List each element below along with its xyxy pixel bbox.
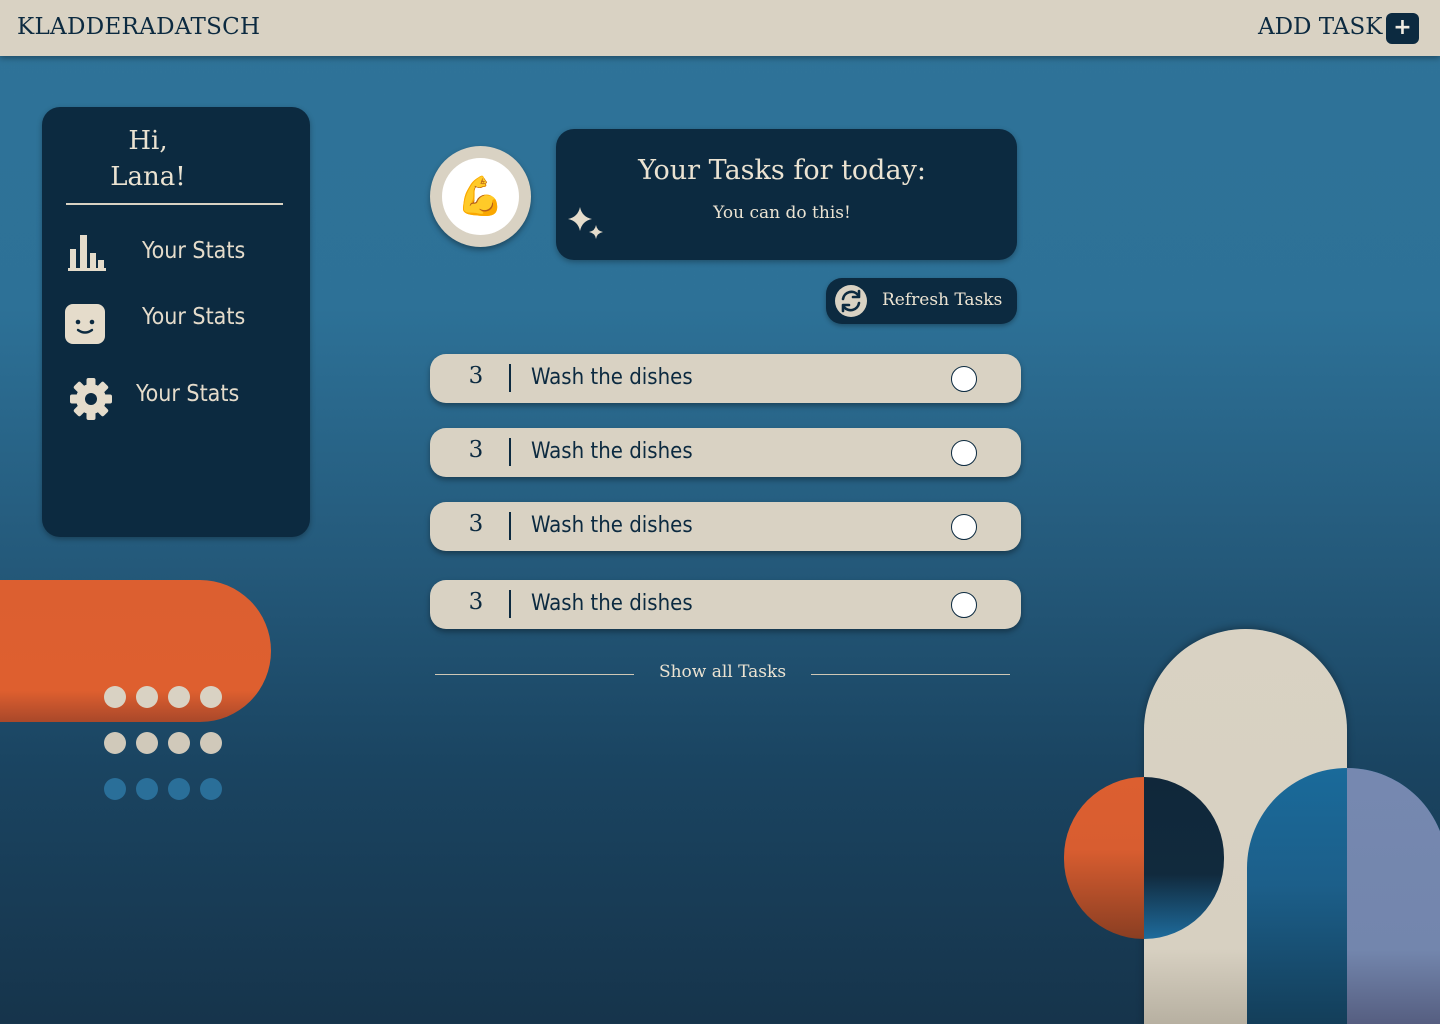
refresh-tasks-label: Refresh Tasks xyxy=(882,290,1003,310)
decorative-dot xyxy=(168,778,190,800)
top-bar: KLADDERADATSCH ADD TASK + xyxy=(0,0,1440,56)
hero-card: Your Tasks for today: You can do this! xyxy=(556,129,1017,260)
task-checkbox[interactable] xyxy=(951,366,977,392)
task-row[interactable]: 3 Wash the dishes xyxy=(430,502,1021,551)
task-points: 3 xyxy=(468,363,484,389)
refresh-icon xyxy=(835,285,867,317)
add-task-label[interactable]: ADD TASK xyxy=(1258,14,1382,40)
decorative-dot xyxy=(168,686,190,708)
show-all-tasks-link[interactable]: Show all Tasks xyxy=(634,662,811,682)
add-task-button[interactable]: + xyxy=(1386,13,1419,44)
task-divider xyxy=(509,364,511,392)
decorative-blue-arch xyxy=(1247,768,1440,1024)
decorative-dot xyxy=(104,778,126,800)
refresh-tasks-button[interactable]: Refresh Tasks xyxy=(826,278,1017,324)
task-divider xyxy=(509,512,511,540)
decorative-orange-half-circle xyxy=(1064,777,1144,939)
flexed-biceps-icon: 💪 xyxy=(442,158,519,235)
decorative-dot xyxy=(168,732,190,754)
sidebar-item-label: Your Stats xyxy=(142,238,246,264)
avatar: 💪 xyxy=(430,146,531,247)
task-row[interactable]: 3 Wash the dishes xyxy=(430,354,1021,403)
decorative-dot xyxy=(200,686,222,708)
decorative-dot xyxy=(200,778,222,800)
gear-icon xyxy=(70,378,112,420)
decorative-dot xyxy=(104,732,126,754)
decorative-periwinkle-half xyxy=(1347,768,1440,1024)
brand-logo[interactable]: KLADDERADATSCH xyxy=(17,14,260,40)
sidebar-item-label: Your Stats xyxy=(136,381,240,407)
decorative-dot xyxy=(200,732,222,754)
bar-chart-icon xyxy=(68,235,106,271)
task-row[interactable]: 3 Wash the dishes xyxy=(430,580,1021,629)
sparkle-icon xyxy=(568,207,603,239)
task-title: Wash the dishes xyxy=(531,439,693,464)
task-checkbox[interactable] xyxy=(951,440,977,466)
task-title: Wash the dishes xyxy=(531,591,693,616)
sidebar-item-label: Your Stats xyxy=(142,304,246,330)
task-points: 3 xyxy=(468,437,484,463)
decorative-dot xyxy=(104,686,126,708)
greeting-line1: Hi, xyxy=(128,126,168,156)
task-checkbox[interactable] xyxy=(951,592,977,618)
task-points: 3 xyxy=(468,589,484,615)
divider-right xyxy=(811,674,1010,675)
greeting-name: Lana! xyxy=(110,162,186,192)
sidebar-item-stats[interactable]: Your Stats xyxy=(42,227,310,277)
task-row[interactable]: 3 Wash the dishes xyxy=(430,428,1021,477)
hero-subtitle: You can do this! xyxy=(713,203,851,223)
decorative-dot xyxy=(136,778,158,800)
task-checkbox[interactable] xyxy=(951,514,977,540)
greeting: Hi, Lana! xyxy=(98,123,198,195)
greeting-divider xyxy=(66,203,283,205)
sidebar-item-settings[interactable]: Your Stats xyxy=(42,369,310,420)
task-divider xyxy=(509,438,511,466)
task-points: 3 xyxy=(468,511,484,537)
task-title: Wash the dishes xyxy=(531,365,693,390)
task-divider xyxy=(509,590,511,618)
task-title: Wash the dishes xyxy=(531,513,693,538)
decorative-dot xyxy=(136,686,158,708)
decorative-orange-pill xyxy=(0,580,271,722)
hero-title: Your Tasks for today: xyxy=(638,155,926,186)
sidebar: Hi, Lana! Your Stats Your Stats Your Sta… xyxy=(42,107,310,537)
divider-left xyxy=(435,674,634,675)
decorative-dot xyxy=(136,732,158,754)
smiley-face-icon xyxy=(65,304,105,344)
sidebar-item-mood[interactable]: Your Stats xyxy=(42,294,310,344)
